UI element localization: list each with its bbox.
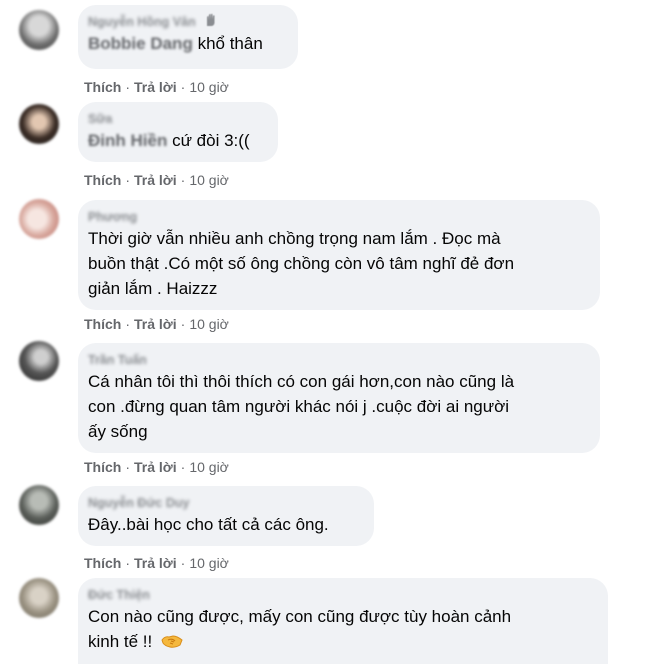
- comment-text: Cá nhân tôi thì thôi thích có con gái hơ…: [88, 369, 586, 444]
- comment-author[interactable]: Trần Tuấn: [88, 352, 147, 368]
- timestamp[interactable]: 10 giờ: [189, 172, 229, 188]
- comment-line: Thời giờ vẫn nhiều anh chồng trọng nam l…: [88, 229, 501, 248]
- comment-line: giản lắm . Haizzz: [88, 279, 218, 298]
- comment-author[interactable]: Nguyễn Đức Duy: [88, 495, 189, 511]
- avatar[interactable]: [19, 104, 59, 144]
- comment-bubble: Sữa Đinh Hiền cứ đòi 3:((: [78, 102, 278, 162]
- timestamp[interactable]: 10 giờ: [189, 316, 229, 332]
- comment-line: Con nào cũng được, mấy con cũng được tùy…: [88, 607, 512, 626]
- comment-line: buồn thật .Có một số ông chồng còn vô tâ…: [88, 254, 515, 273]
- like-link[interactable]: Thích: [84, 555, 121, 571]
- comment-author[interactable]: Nguyễn Hồng Vân: [88, 14, 196, 30]
- comment-author[interactable]: Đức Thiện: [88, 587, 150, 603]
- comment-author[interactable]: Sữa: [88, 111, 112, 127]
- timestamp[interactable]: 10 giờ: [189, 79, 229, 95]
- comment-text: Thời giờ vẫn nhiều anh chồng trọng nam l…: [88, 226, 586, 301]
- comment-bubble: Nguyễn Hồng Vân Bobbie Dang khổ thân: [78, 5, 298, 69]
- reply-link[interactable]: Trả lời: [134, 172, 177, 188]
- comment-bubble: Trần Tuấn Cá nhân tôi thì thôi thích có …: [78, 343, 600, 453]
- comment-line: ấy sống: [88, 422, 148, 441]
- reply-link[interactable]: Trả lời: [134, 79, 177, 95]
- avatar[interactable]: [19, 341, 59, 381]
- reply-link[interactable]: Trả lời: [134, 316, 177, 332]
- timestamp[interactable]: 10 giờ: [189, 459, 229, 475]
- like-link[interactable]: Thích: [84, 172, 121, 188]
- tagged-user[interactable]: Bobbie Dang: [88, 31, 193, 56]
- comment-text: Đây..bài học cho tất cả các ông.: [88, 512, 360, 537]
- like-link[interactable]: Thích: [84, 79, 121, 95]
- avatar[interactable]: [19, 10, 59, 50]
- comment-actions: Thích · Trả lời · 10 giờ: [84, 459, 229, 475]
- comment-actions: Thích · Trả lời · 10 giờ: [84, 172, 229, 188]
- timestamp[interactable]: 10 giờ: [189, 555, 229, 571]
- tagged-user[interactable]: Đinh Hiền: [88, 128, 167, 153]
- comment-actions: Thích · Trả lời · 10 giờ: [84, 316, 229, 332]
- handshake-icon: [161, 635, 183, 648]
- comment-line: Cá nhân tôi thì thôi thích có con gái hơ…: [88, 372, 515, 391]
- raised-hand-icon: [207, 13, 215, 26]
- comment-actions: Thích · Trả lời · 10 giờ: [84, 79, 229, 95]
- comment-text: cứ đòi 3:((: [172, 131, 250, 150]
- avatar[interactable]: [19, 485, 59, 525]
- comment-line: kinh tế !!: [88, 632, 153, 651]
- comment-bubble: Phương Thời giờ vẫn nhiều anh chồng trọn…: [78, 200, 600, 310]
- comment-line: Đây..bài học cho tất cả các ông.: [88, 515, 329, 534]
- comment-bubble: Đức Thiện Con nào cũng được, mấy con cũn…: [78, 578, 608, 664]
- avatar[interactable]: [19, 578, 59, 618]
- avatar[interactable]: [19, 199, 59, 239]
- comment-actions: Thích · Trả lời · 10 giờ: [84, 555, 229, 571]
- comment-text: khổ thân: [197, 34, 263, 53]
- comment-bubble: Nguyễn Đức Duy Đây..bài học cho tất cả c…: [78, 486, 374, 546]
- reply-link[interactable]: Trả lời: [134, 459, 177, 475]
- comment-text: Con nào cũng được, mấy con cũng được tùy…: [88, 604, 594, 654]
- comment-line: con .đừng quan tâm người khác nói j .cuộ…: [88, 397, 510, 416]
- like-link[interactable]: Thích: [84, 459, 121, 475]
- comment-author[interactable]: Phương: [88, 209, 137, 225]
- like-link[interactable]: Thích: [84, 316, 121, 332]
- reply-link[interactable]: Trả lời: [134, 555, 177, 571]
